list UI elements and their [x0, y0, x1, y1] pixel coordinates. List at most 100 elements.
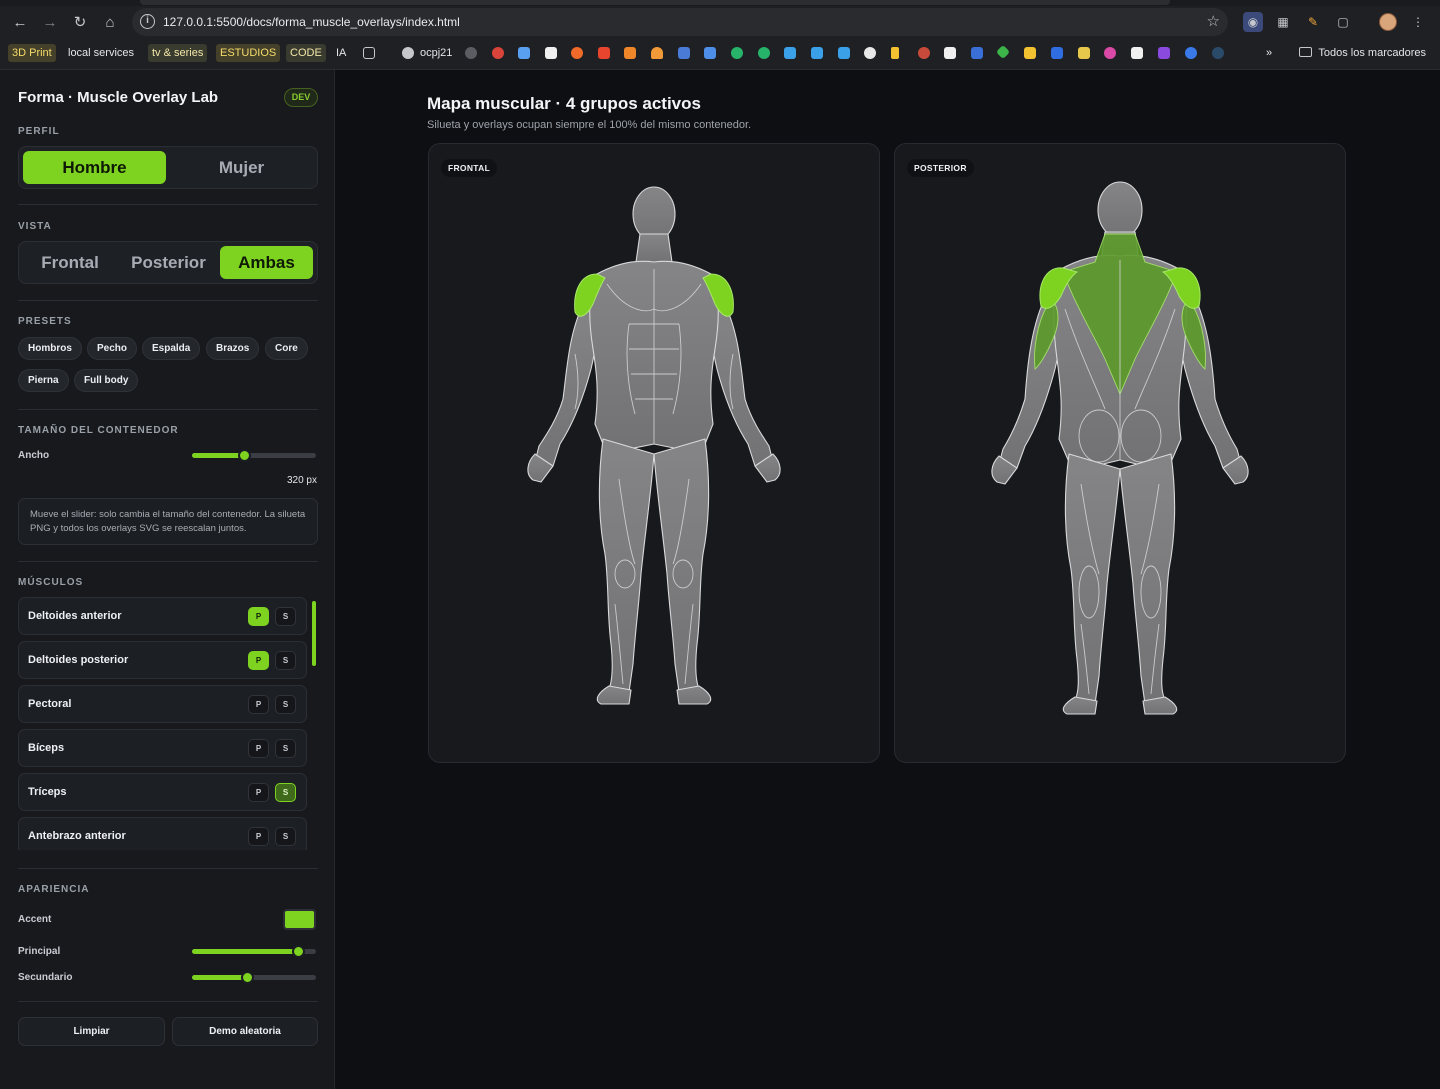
muscles-section-label: MÚSCULOS	[18, 577, 84, 588]
bookmarks-bar: 3D Print local services tv & series ESTU…	[0, 40, 1440, 66]
width-slider-thumb[interactable]	[237, 449, 251, 462]
primary-toggle[interactable]: P	[248, 607, 269, 626]
bookmark-fire-icon[interactable]	[571, 47, 583, 59]
primary-slider-thumb[interactable]	[292, 945, 306, 958]
secondary-toggle[interactable]: S	[275, 607, 296, 626]
preset-espalda[interactable]: Espalda	[142, 337, 201, 360]
perfil-section-label: PERFIL	[18, 126, 60, 137]
bookmark-code[interactable]: CODE	[286, 44, 326, 62]
preset-pierna[interactable]: Pierna	[18, 369, 69, 392]
bookmark-ia[interactable]: IA	[332, 44, 350, 62]
bookmark-sparkle-icon[interactable]	[518, 47, 530, 59]
bookmark-blue3-icon[interactable]	[838, 47, 850, 59]
bookmark-home-icon[interactable]	[704, 47, 716, 59]
all-bookmarks-folder[interactable]: Todos los marcadores	[1299, 44, 1426, 62]
vista-option-posterior[interactable]: Posterior	[121, 246, 216, 279]
primary-toggle[interactable]: P	[248, 695, 269, 714]
random-demo-button[interactable]: Demo aleatoria	[172, 1017, 318, 1046]
bookmark-local-services[interactable]: local services	[64, 44, 138, 62]
bookmark-green-c2-icon[interactable]	[758, 47, 770, 59]
bookmark-figure-icon[interactable]	[1078, 47, 1090, 59]
bookmark-gear-icon[interactable]	[465, 47, 477, 59]
muscle-list-scrollbar[interactable]	[312, 601, 316, 666]
preset-full-body[interactable]: Full body	[74, 369, 139, 392]
bookmark-plex-icon[interactable]	[1024, 47, 1036, 59]
primary-opacity-slider[interactable]	[192, 945, 316, 958]
accent-color-picker[interactable]	[283, 909, 316, 930]
front-arm-left	[709, 298, 774, 467]
width-slider[interactable]	[192, 449, 316, 462]
muscle-row-antebrazo-anterior[interactable]: Antebrazo anterior P S	[18, 817, 307, 850]
muscle-row-deltoides-anterior[interactable]: Deltoides anterior P S	[18, 597, 307, 635]
bookmark-wave-icon[interactable]	[678, 47, 690, 59]
secondary-toggle[interactable]: S	[275, 783, 296, 802]
url-text[interactable]: 127.0.0.1:5500/docs/forma_muscle_overlay…	[163, 15, 460, 29]
profile-avatar[interactable]	[1379, 13, 1397, 31]
secondary-toggle[interactable]: S	[275, 827, 296, 846]
browser-menu-icon[interactable]: ⋮	[1408, 12, 1428, 32]
perfil-option-mujer[interactable]: Mujer	[170, 151, 313, 184]
site-info-icon[interactable]: i	[140, 14, 155, 29]
primary-toggle[interactable]: P	[248, 783, 269, 802]
primary-toggle[interactable]: P	[248, 827, 269, 846]
extension-screenshot-icon[interactable]: ▦	[1273, 12, 1293, 32]
perfil-option-hombre[interactable]: Hombre	[23, 151, 166, 184]
preset-brazos[interactable]: Brazos	[206, 337, 260, 360]
bookmarks-overflow-chevron-icon[interactable]: »	[1262, 44, 1276, 62]
vista-option-frontal[interactable]: Frontal	[23, 246, 117, 279]
address-bar[interactable]: i 127.0.0.1:5500/docs/forma_muscle_overl…	[132, 8, 1228, 36]
secondary-opacity-slider[interactable]	[192, 971, 316, 984]
bookmark-box-icon[interactable]	[624, 47, 636, 59]
forward-arrow-icon[interactable]: →	[38, 10, 62, 34]
bookmark-video-icon[interactable]	[1185, 47, 1197, 59]
primary-toggle[interactable]: P	[248, 739, 269, 758]
bookmark-estudios[interactable]: ESTUDIOS	[216, 44, 281, 62]
bookmark-star-icon[interactable]: ☆	[1207, 12, 1220, 30]
bookmark-pink-icon[interactable]	[1104, 47, 1116, 59]
muscle-row-biceps[interactable]: Bíceps P S	[18, 729, 307, 767]
secondary-toggle[interactable]: S	[275, 651, 296, 670]
active-tab[interactable]	[140, 0, 1170, 5]
clear-button[interactable]: Limpiar	[18, 1017, 165, 1046]
bookmark-t-icon[interactable]	[1051, 47, 1063, 59]
bookmark-green-c-icon[interactable]	[731, 47, 743, 59]
muscle-row-deltoides-posterior[interactable]: Deltoides posterior P S	[18, 641, 307, 679]
extensions-puzzle-icon[interactable]: ▢	[1333, 12, 1353, 32]
muscle-row-triceps[interactable]: Tríceps P S	[18, 773, 307, 811]
bookmark-tv-series[interactable]: tv & series	[148, 44, 208, 62]
primary-toggle[interactable]: P	[248, 651, 269, 670]
bookmark-circle-icon[interactable]	[918, 47, 930, 59]
bookmark-zoom-icon[interactable]	[971, 47, 983, 59]
vista-option-ambas[interactable]: Ambas	[220, 246, 313, 279]
secondary-toggle[interactable]: S	[275, 739, 296, 758]
bookmark-lifebuoy-icon[interactable]	[864, 47, 876, 59]
preset-pecho[interactable]: Pecho	[87, 337, 138, 360]
preset-hombros[interactable]: Hombros	[18, 337, 82, 360]
bookmark-blue1-icon[interactable]	[784, 47, 796, 59]
bookmark-grid-icon[interactable]	[363, 47, 375, 59]
bookmark-play-icon[interactable]	[891, 47, 899, 59]
bookmark-notion-icon[interactable]	[944, 47, 956, 59]
bookmark-ocpj21[interactable]: ocpj21	[416, 44, 456, 62]
bookmark-camera-icon[interactable]	[545, 47, 557, 59]
back-arrow-icon[interactable]: ←	[8, 10, 32, 34]
extension-translate-icon[interactable]: ◉	[1243, 12, 1263, 32]
muscle-list[interactable]: Deltoides anterior P S Deltoides posteri…	[18, 597, 318, 850]
secondary-slider-thumb[interactable]	[241, 971, 255, 984]
bookmark-ps-icon[interactable]	[1131, 47, 1143, 59]
reload-icon[interactable]: ↻	[68, 10, 92, 34]
bookmark-3d-print[interactable]: 3D Print	[8, 44, 56, 62]
bookmark-cloud-icon[interactable]	[651, 47, 663, 59]
secondary-toggle[interactable]: S	[275, 695, 296, 714]
bookmark-bolt-icon[interactable]	[598, 47, 610, 59]
extension-pencil-icon[interactable]: ✎	[1303, 12, 1323, 32]
bookmark-dark-icon[interactable]	[1212, 47, 1224, 59]
home-icon[interactable]: ⌂	[98, 10, 122, 34]
preset-core[interactable]: Core	[265, 337, 308, 360]
bookmark-globe-icon[interactable]	[402, 47, 414, 59]
bookmark-diamond-icon[interactable]	[995, 44, 1011, 60]
muscle-row-pectoral[interactable]: Pectoral P S	[18, 685, 307, 723]
bookmark-twitch-icon[interactable]	[1158, 47, 1170, 59]
bookmark-blue2-icon[interactable]	[811, 47, 823, 59]
bookmark-red-icon[interactable]	[492, 47, 504, 59]
